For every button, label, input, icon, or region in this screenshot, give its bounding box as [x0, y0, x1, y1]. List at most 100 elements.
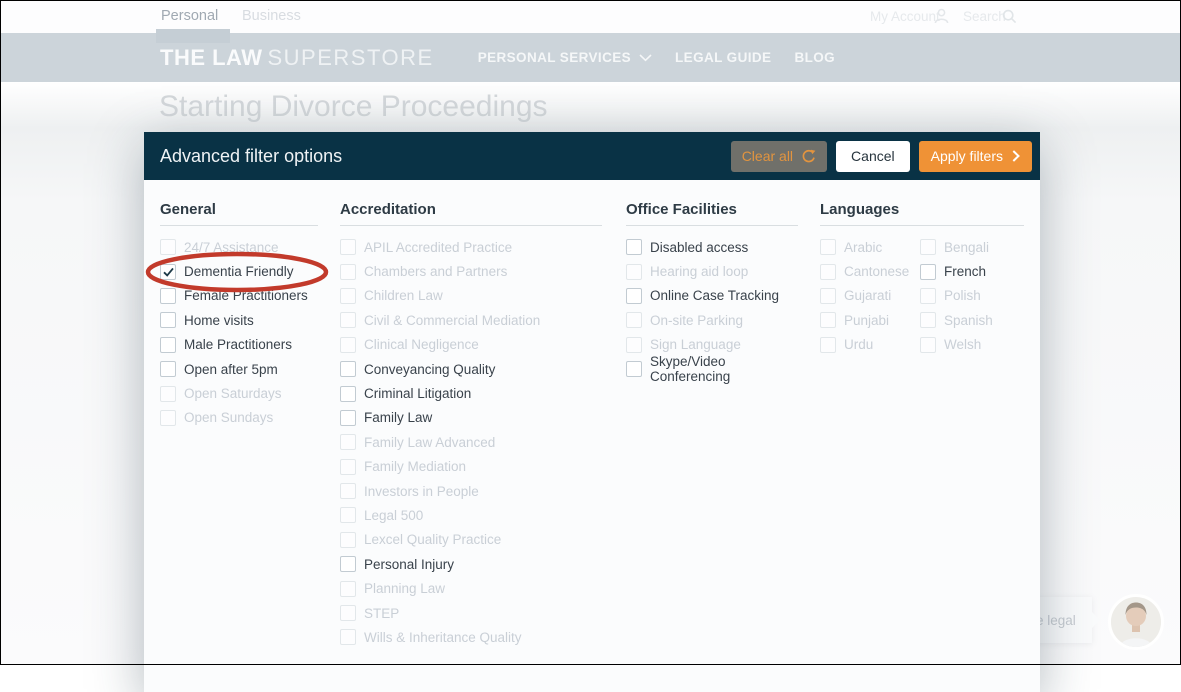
person-icon[interactable]	[934, 8, 949, 24]
checkbox-list: Bengali French Polish Spanish Welsh	[920, 235, 993, 357]
checkbox-label: Online Case Tracking	[650, 288, 780, 304]
checkbox-unchecked[interactable]	[920, 263, 936, 280]
checkbox-unchecked[interactable]	[160, 287, 176, 304]
checkbox-unchecked[interactable]	[340, 361, 356, 378]
checkbox-unchecked	[340, 239, 356, 256]
nav-personal-services-label: PERSONAL SERVICES	[477, 50, 632, 65]
checkbox-unchecked	[340, 287, 356, 304]
checkbox-label: Cantonese	[844, 264, 910, 280]
checkmark-icon	[162, 267, 174, 277]
checkbox-unchecked	[160, 239, 176, 256]
main-nav: PERSONAL SERVICES LEGAL GUIDE BLOG	[478, 50, 835, 65]
filter-option-apil-accredited-practice: APIL Accredited Practice	[340, 235, 540, 259]
filter-option-disabled-access[interactable]: Disabled access	[626, 235, 798, 259]
checkbox-unchecked[interactable]	[626, 239, 642, 256]
filter-column-office-facilities: Office Facilities Disabled access Hearing …	[626, 180, 798, 650]
checkbox-label: Bengali	[944, 239, 990, 255]
checkbox-unchecked[interactable]	[340, 409, 356, 426]
chevron-right-icon	[1012, 150, 1020, 162]
checkbox-unchecked	[626, 312, 642, 329]
filter-option-polish: Polish	[920, 284, 993, 308]
checkbox-list: 24/7 Assistance Dementia Friendly Female P…	[160, 235, 308, 430]
filter-option-criminal-litigation[interactable]: Criminal Litigation	[340, 381, 540, 405]
filter-option-male-practitioners[interactable]: Male Practitioners	[160, 333, 308, 357]
checkbox-unchecked[interactable]	[626, 361, 642, 378]
checkbox-label: Urdu	[844, 337, 874, 353]
checkbox-label: Investors in People	[364, 483, 479, 499]
filter-option-cantonese: Cantonese	[820, 259, 920, 283]
chat-avatar[interactable]	[1107, 593, 1165, 651]
my-account-link[interactable]: My Account	[870, 9, 940, 24]
column-heading-languages: Languages	[820, 201, 900, 218]
filter-option-planning-law: Planning Law	[340, 576, 540, 600]
column-heading-general: General	[160, 201, 216, 218]
checkbox-unchecked	[820, 312, 836, 329]
checkbox-unchecked	[820, 336, 836, 353]
filter-option-personal-injury[interactable]: Personal Injury	[340, 552, 540, 576]
checkbox-unchecked	[920, 239, 936, 256]
checkbox-unchecked	[160, 385, 176, 402]
nav-legal-guide[interactable]: LEGAL GUIDE	[675, 50, 771, 65]
checkbox-label: Family Law	[364, 410, 433, 426]
advanced-filter-modal: Advanced filter options Clear all Cancel…	[144, 132, 1040, 692]
clear-all-button[interactable]: Clear all	[730, 140, 828, 172]
logo-text-bold: THE LAW	[160, 44, 263, 70]
checkbox-label: Dementia Friendly	[184, 264, 294, 280]
filter-option-hearing-aid-loop: Hearing aid loop	[626, 259, 798, 283]
cancel-button[interactable]: Cancel	[836, 140, 910, 172]
filter-option-investors-in-people: Investors in People	[340, 479, 540, 503]
site-logo[interactable]: THE LAW SUPERSTORE	[160, 45, 434, 71]
checkbox-unchecked	[340, 580, 356, 597]
checkbox-label: Open after 5pm	[184, 361, 278, 377]
filter-option-gujarati: Gujarati	[820, 284, 920, 308]
search-icon[interactable]	[1002, 9, 1017, 24]
filter-option-open-after-5pm[interactable]: Open after 5pm	[160, 357, 308, 381]
filter-option-family-law[interactable]: Family Law	[340, 406, 540, 430]
checkbox-unchecked	[340, 434, 356, 451]
clear-all-label: Clear all	[741, 148, 794, 164]
search-link[interactable]: Search	[963, 9, 1006, 24]
checkbox-unchecked[interactable]	[626, 287, 642, 304]
modal-title: Advanced filter options	[160, 145, 343, 166]
tab-business[interactable]: Business	[242, 8, 301, 24]
checkbox-checked[interactable]	[160, 263, 176, 280]
checkbox-label: Female Practitioners	[184, 288, 308, 304]
checkbox-unchecked[interactable]	[340, 385, 356, 402]
filter-option-conveyancing-quality[interactable]: Conveyancing Quality	[340, 357, 540, 381]
checkbox-label: French	[944, 264, 987, 280]
filter-option-home-visits[interactable]: Home visits	[160, 308, 308, 332]
tab-personal[interactable]: Personal	[161, 8, 218, 24]
checkbox-label: Male Practitioners	[184, 337, 293, 353]
checkbox-label: Family Mediation	[364, 459, 467, 475]
checkbox-unchecked[interactable]	[160, 336, 176, 353]
checkbox-label: Spanish	[944, 312, 993, 328]
filter-option-open-saturdays: Open Saturdays	[160, 381, 308, 405]
filter-option-welsh: Welsh	[920, 333, 993, 357]
apply-filters-button[interactable]: Apply filters	[918, 140, 1032, 172]
filter-option-dementia-friendly[interactable]: Dementia Friendly	[160, 259, 308, 283]
refresh-icon	[802, 149, 816, 162]
checkbox-label: Wills & Inheritance Quality	[364, 629, 522, 645]
filter-column-general: General 24/7 Assistance Dementia Friendly F…	[160, 180, 318, 650]
column-heading-office-facilities: Office Facilities	[626, 201, 737, 218]
filter-option-clinical-negligence: Clinical Negligence	[340, 333, 540, 357]
active-tab-indicator	[156, 29, 230, 43]
checkbox-label: Arabic	[844, 239, 883, 255]
checkbox-unchecked	[920, 336, 936, 353]
apply-filters-label: Apply filters	[930, 148, 1003, 164]
checkbox-unchecked[interactable]	[160, 312, 176, 329]
nav-personal-services[interactable]: PERSONAL SERVICES	[478, 50, 652, 65]
filter-option-french[interactable]: French	[920, 259, 993, 283]
filter-option-lexcel-quality-practice: Lexcel Quality Practice	[340, 528, 540, 552]
filter-option-skype-video-conferencing[interactable]: Skype/Video Conferencing	[626, 354, 798, 385]
checkbox-unchecked[interactable]	[340, 556, 356, 573]
checkbox-label: Skype/Video Conferencing	[650, 354, 731, 385]
filter-option-online-case-tracking[interactable]: Online Case Tracking	[626, 284, 798, 308]
nav-blog[interactable]: BLOG	[794, 50, 835, 65]
checkbox-label: Lexcel Quality Practice	[364, 532, 502, 548]
checkbox-unchecked	[626, 263, 642, 280]
filter-option-wills-inheritance-quality: Wills & Inheritance Quality	[340, 625, 540, 649]
filter-option-female-practitioners[interactable]: Female Practitioners	[160, 284, 308, 308]
checkbox-unchecked[interactable]	[160, 361, 176, 378]
checkbox-unchecked	[340, 483, 356, 500]
